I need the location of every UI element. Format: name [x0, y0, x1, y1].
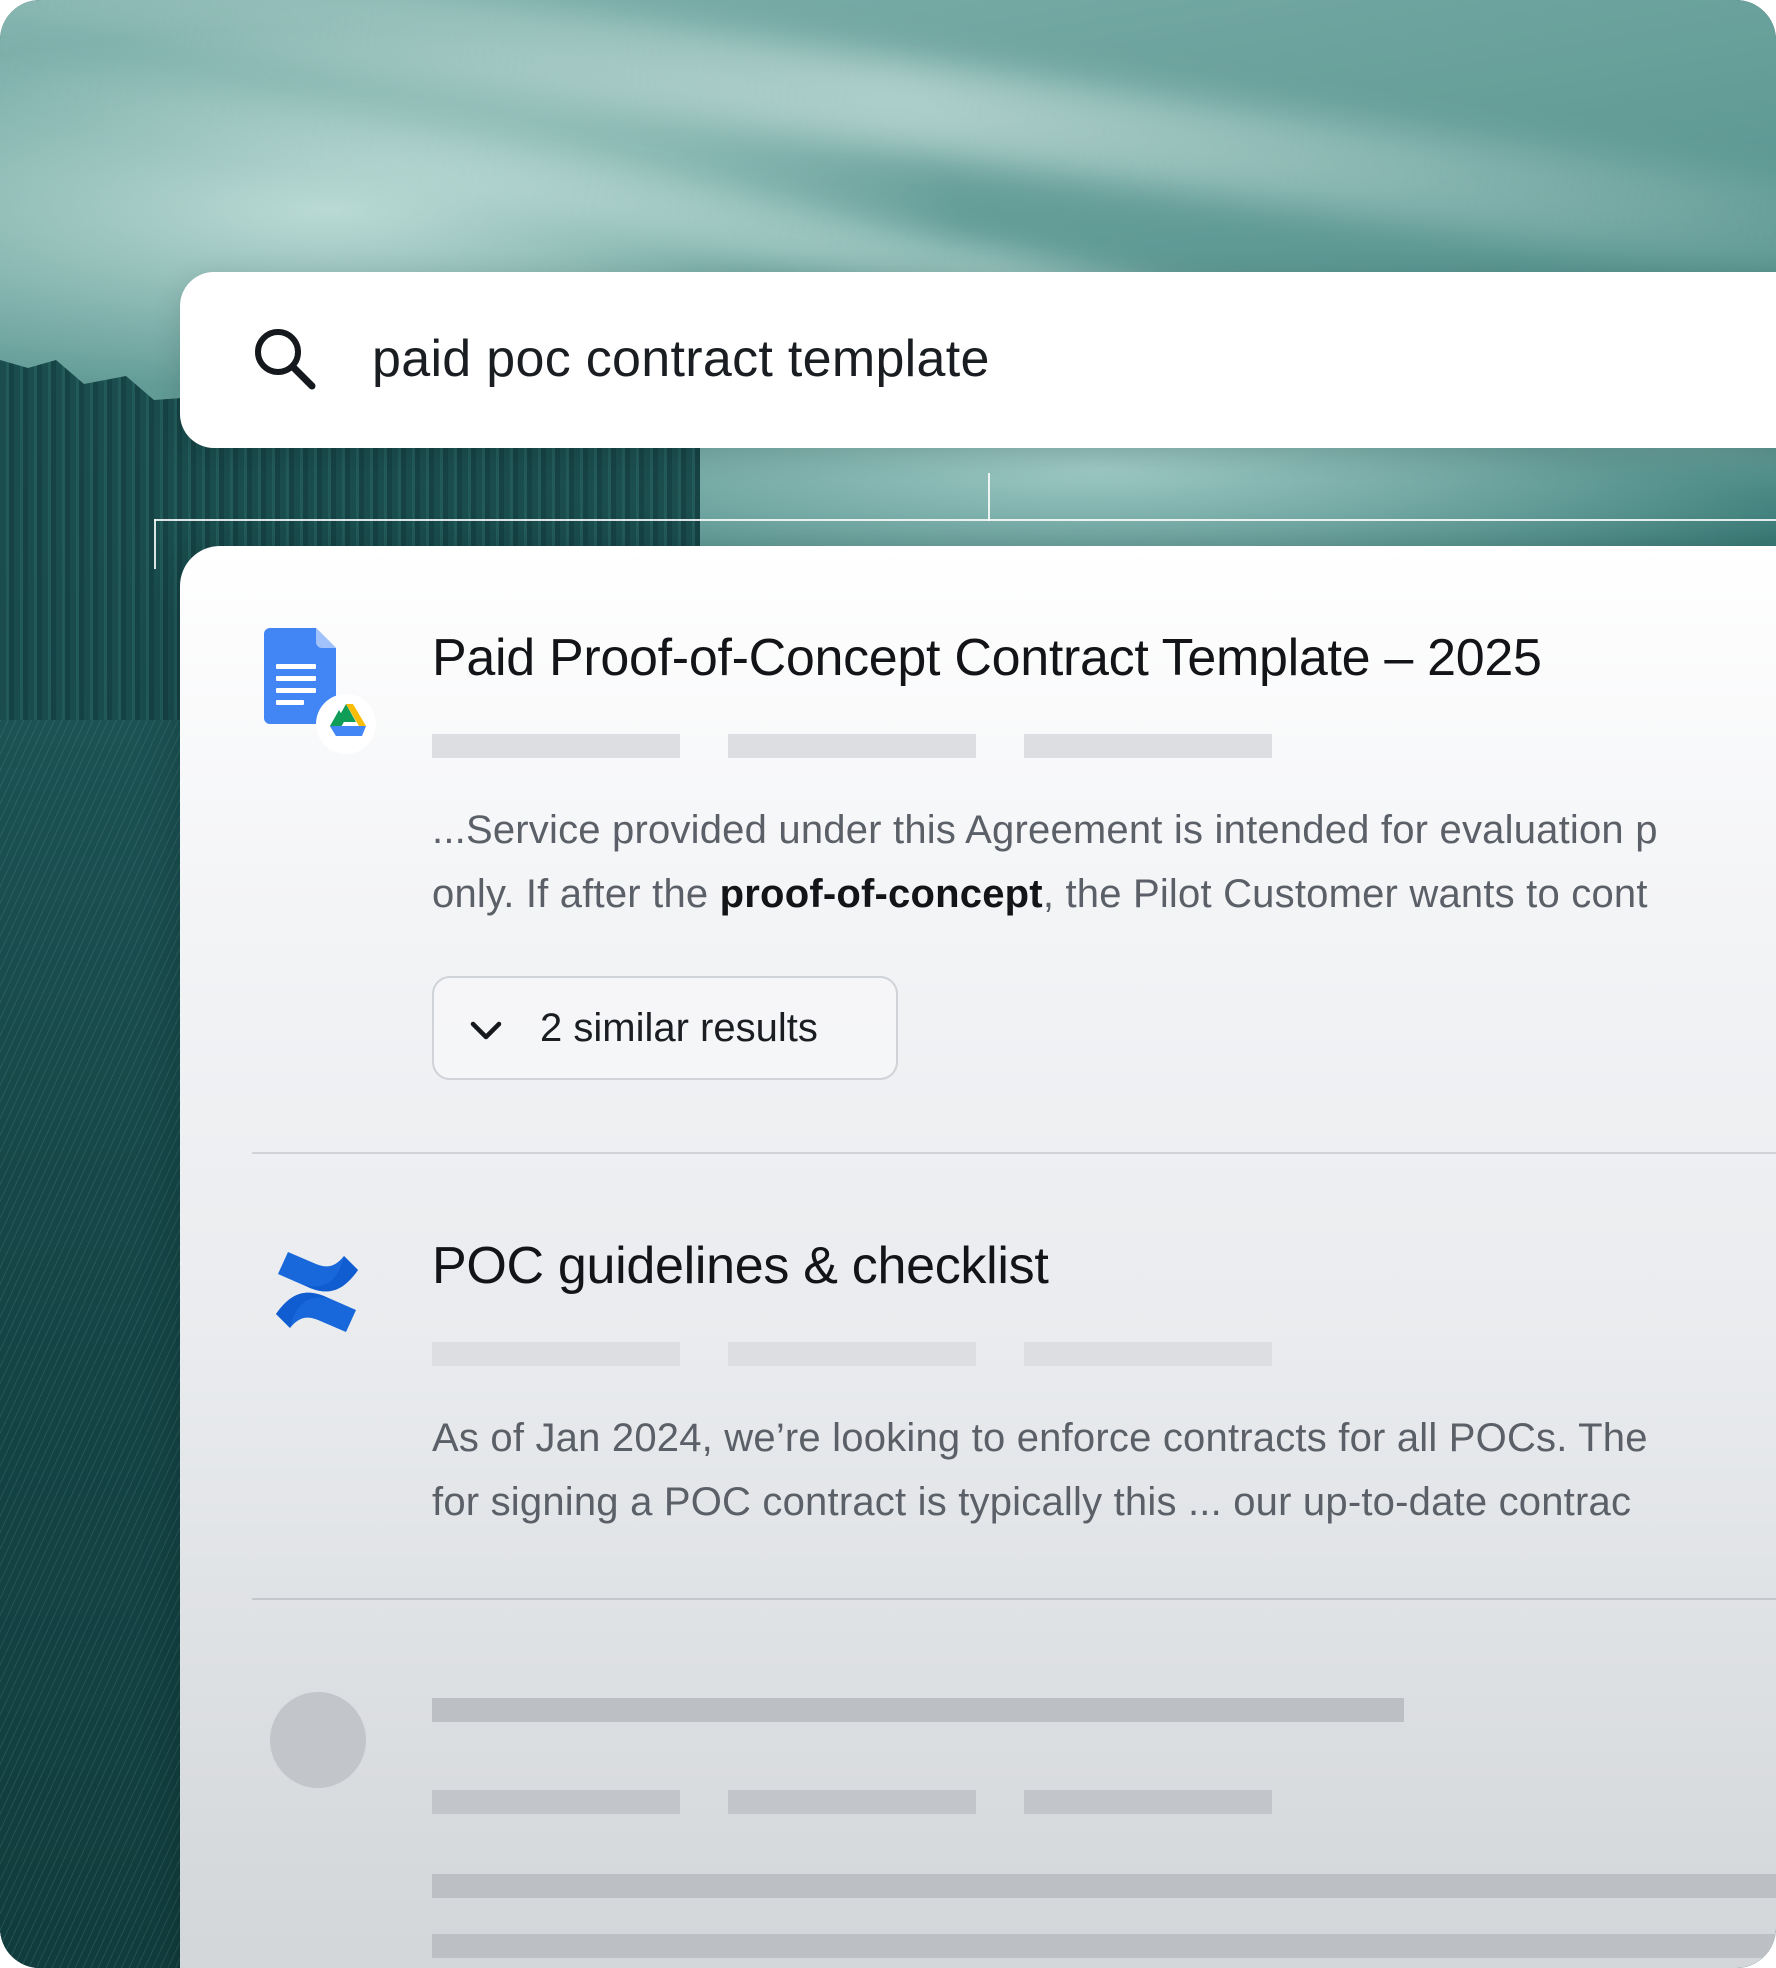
search-input[interactable]: paid poc contract template [372, 324, 1772, 394]
meta-placeholder [432, 1790, 680, 1814]
connector-line [988, 473, 990, 521]
results-panel: Paid Proof-of-Concept Contract Template … [180, 546, 1776, 1968]
result-item[interactable]: POC guidelines & checklist As of Jan 202… [180, 546, 1776, 1596]
placeholder-snippet-bar [432, 1934, 1776, 1958]
meta-placeholder [728, 1790, 976, 1814]
result-title[interactable]: POC guidelines & checklist [432, 1236, 1049, 1296]
meta-placeholder [1024, 1342, 1272, 1366]
app-frame: paid poc contract template Paid Proof-of… [0, 0, 1776, 1968]
meta-placeholder [728, 1342, 976, 1366]
snippet-line: As of Jan 2024, we’re looking to enforce… [432, 1416, 1648, 1460]
search-bar[interactable]: paid poc contract template [180, 272, 1776, 448]
snippet-line: for signing a POC contract is typically … [432, 1480, 1632, 1524]
search-icon [255, 329, 316, 390]
meta-placeholder [1024, 1790, 1272, 1814]
result-snippet: As of Jan 2024, we’re looking to enforce… [432, 1406, 1776, 1534]
placeholder-avatar [270, 1692, 366, 1788]
placeholder-title-bar [432, 1698, 1404, 1722]
connector-line [154, 519, 1776, 521]
result-divider [252, 1598, 1776, 1600]
meta-placeholder [432, 1342, 680, 1366]
connector-line [154, 519, 156, 569]
placeholder-snippet-bar [432, 1874, 1776, 1898]
confluence-icon [276, 1252, 358, 1332]
